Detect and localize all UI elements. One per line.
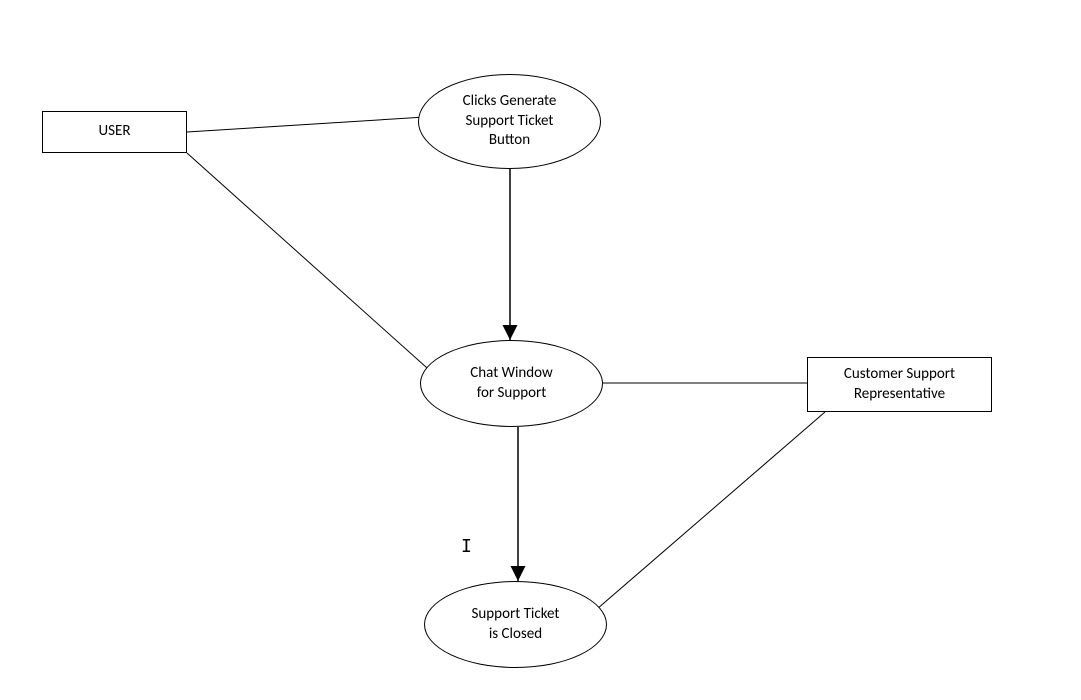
text-cursor-icon: I: [461, 536, 472, 557]
node-chat-window-text: Chat Window for Support: [470, 364, 552, 403]
node-user: USER: [42, 111, 187, 153]
node-user-label: USER: [99, 122, 131, 142]
diagram-canvas: USER Clicks Generate Support Ticket Butt…: [0, 0, 1081, 700]
node-customer-rep-text: Customer Support Representative: [844, 365, 955, 404]
node-customer-rep: Customer Support Representative: [807, 357, 992, 412]
node-ticket-closed: Support Ticket is Closed: [424, 581, 607, 668]
node-chat-window: Chat Window for Support: [420, 340, 603, 427]
node-clicks-generate-text: Clicks Generate Support Ticket Button: [463, 92, 557, 151]
node-clicks-generate: Clicks Generate Support Ticket Button: [418, 74, 601, 169]
node-ticket-closed-text: Support Ticket is Closed: [472, 605, 560, 644]
